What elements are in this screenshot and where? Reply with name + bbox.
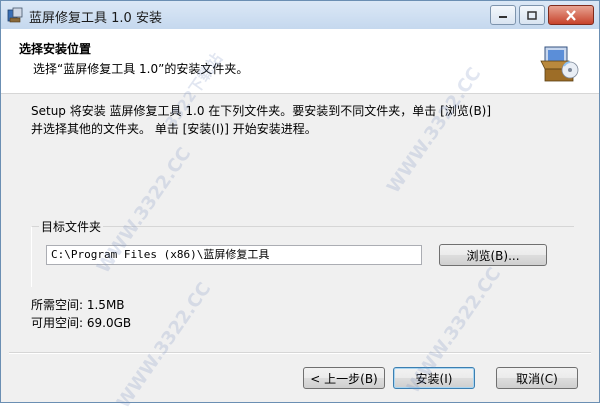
maximize-button[interactable] <box>519 5 545 25</box>
footer-divider <box>9 352 591 354</box>
install-button[interactable]: 安装(I) <box>393 367 475 389</box>
close-button[interactable] <box>548 5 594 25</box>
space-available: 可用空间: 69.0GB <box>31 316 132 330</box>
minimize-button[interactable] <box>490 5 516 25</box>
maximize-icon <box>527 10 537 20</box>
browse-button[interactable]: 浏览(B)... <box>439 244 547 266</box>
close-icon <box>566 9 576 21</box>
instruction-text: Setup 将安装 蓝屏修复工具 1.0 在下列文件夹。要安装到不同文件夹，单击… <box>31 102 581 138</box>
wizard-header: 选择安装位置 选择“蓝屏修复工具 1.0”的安装文件夹。 <box>1 29 599 94</box>
cancel-button[interactable]: 取消(C) <box>496 367 578 389</box>
page-subtitle: 选择“蓝屏修复工具 1.0”的安装文件夹。 <box>33 62 249 76</box>
app-icon <box>7 7 23 23</box>
installer-box-icon <box>540 46 579 82</box>
destination-path-input[interactable]: C:\Program Files (x86)\蓝屏修复工具 <box>46 245 422 265</box>
instruction-line-2: 并选择其他的文件夹。 单击 [安装(I)] 开始安装进程。 <box>31 122 317 136</box>
installer-window: 蓝屏修复工具 1.0 安装 选择安装位置 选择“蓝屏修复工具 1.0”的安装文件… <box>0 0 600 403</box>
destination-group-label: 目标文件夹 <box>39 218 104 235</box>
minimize-icon <box>499 16 507 18</box>
instruction-line-1: Setup 将安装 蓝屏修复工具 1.0 在下列文件夹。要安装到不同文件夹，单击… <box>31 104 492 118</box>
window-title: 蓝屏修复工具 1.0 安装 <box>29 11 162 26</box>
back-button[interactable]: < 上一步(B) <box>303 367 385 389</box>
page-title: 选择安装位置 <box>19 42 92 56</box>
space-required: 所需空间: 1.5MB <box>31 298 125 312</box>
title-bar[interactable]: 蓝屏修复工具 1.0 安装 <box>1 1 599 29</box>
